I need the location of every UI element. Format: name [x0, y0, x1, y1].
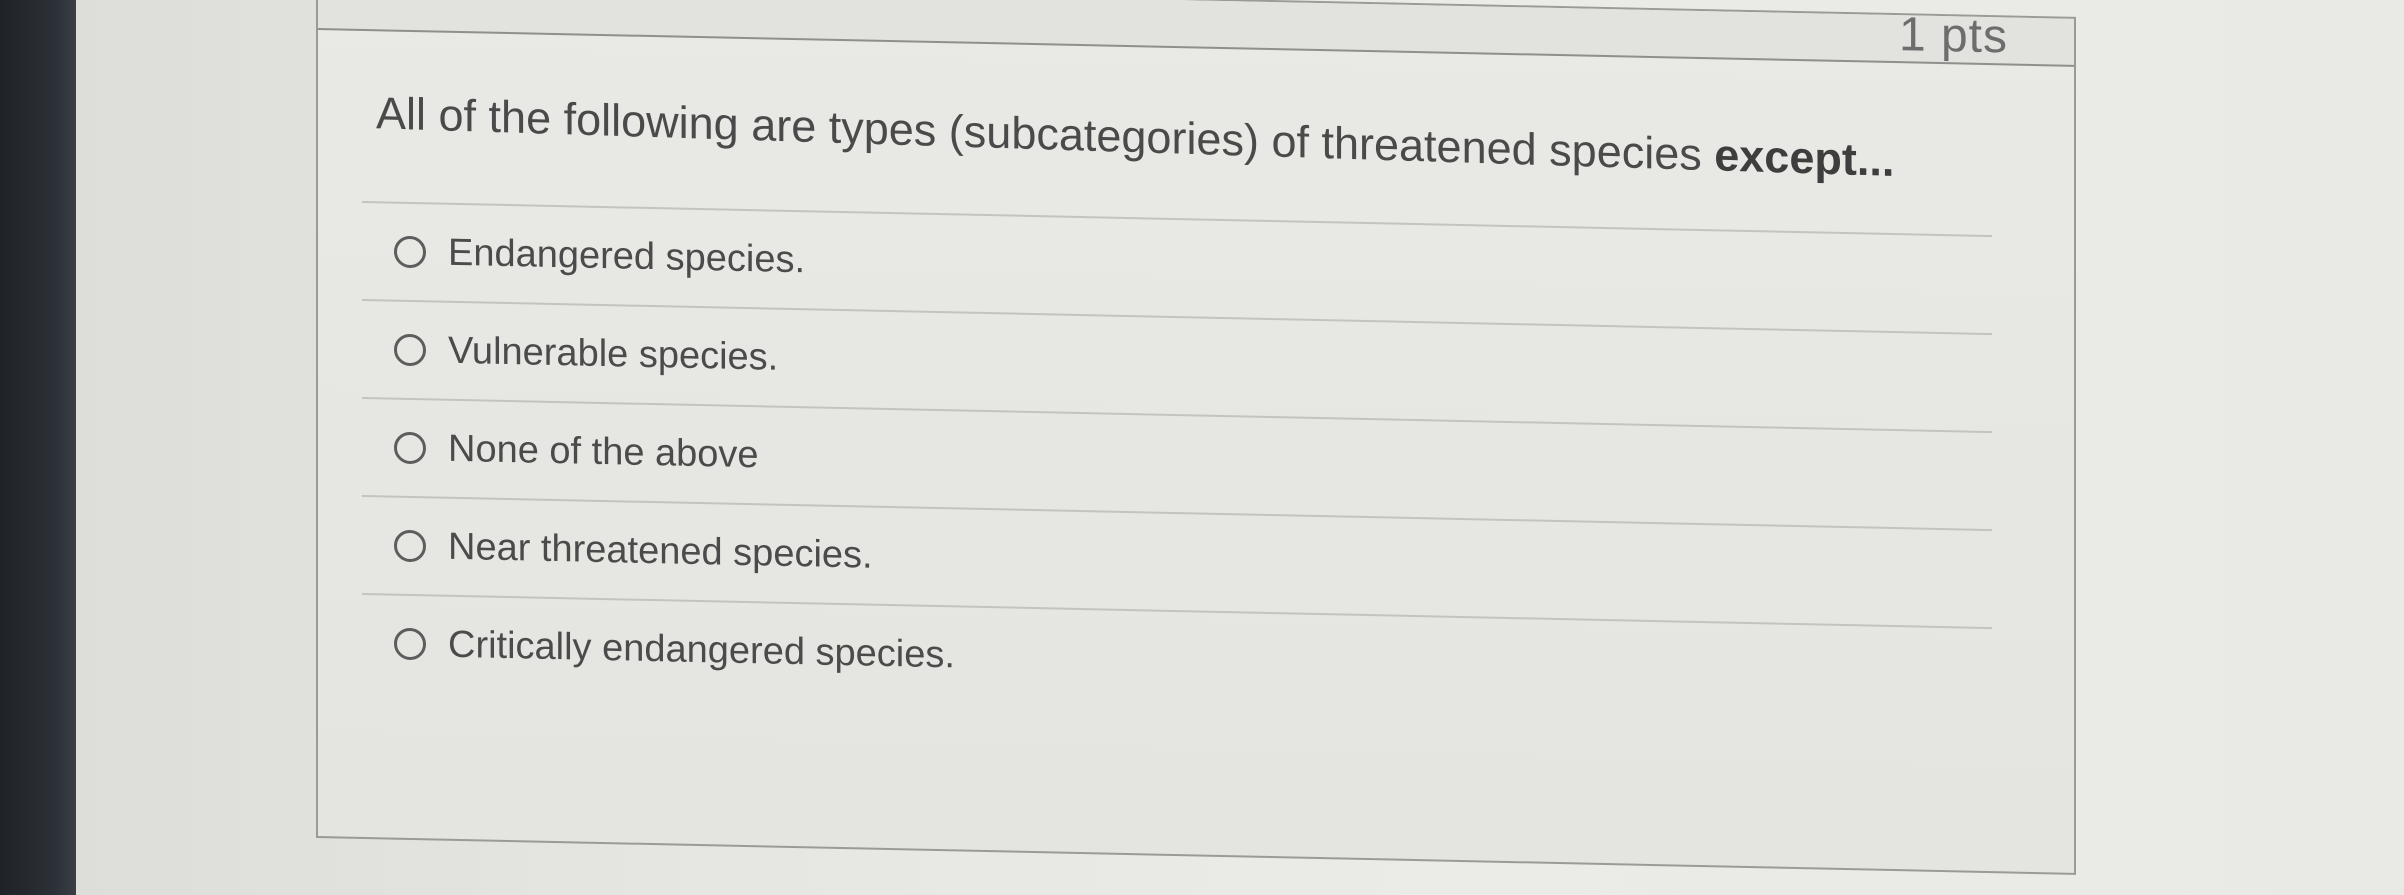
answer-list: Endangered species. Vulnerable species. … — [362, 200, 1992, 725]
answer-label[interactable]: Endangered species. — [448, 231, 805, 281]
radio-button-icon[interactable] — [394, 529, 426, 563]
answer-label[interactable]: Critically endangered species. — [448, 623, 955, 677]
question-header: 1 pts — [318, 0, 2074, 67]
points-label: 1 pts — [1898, 8, 2008, 64]
question-text: All of the following are types (subcateg… — [376, 87, 1894, 187]
radio-button-icon[interactable] — [394, 627, 426, 661]
monitor-bezel — [0, 0, 76, 895]
radio-button-icon[interactable] — [394, 333, 426, 367]
answer-label[interactable]: Vulnerable species. — [448, 329, 778, 379]
answer-label[interactable]: Near threatened species. — [448, 525, 873, 577]
radio-button-icon[interactable] — [394, 431, 426, 465]
answer-label[interactable]: None of the above — [448, 427, 759, 477]
radio-button-icon[interactable] — [394, 235, 426, 269]
quiz-question-card: 1 pts All of the following are types (su… — [316, 0, 2076, 875]
question-emphasis: except... — [1714, 129, 1895, 186]
question-main-text: All of the following are types (subcateg… — [376, 87, 1715, 181]
